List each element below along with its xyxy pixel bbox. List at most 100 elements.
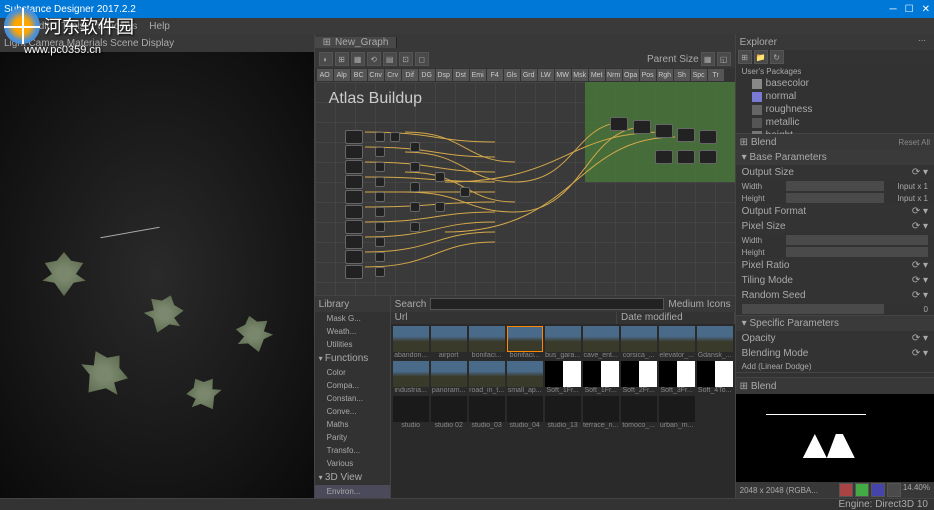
tree-item[interactable]: Various [315, 457, 390, 470]
shelf-node[interactable]: Rgh [657, 69, 673, 81]
graph-node[interactable] [345, 175, 363, 189]
shelf-node[interactable]: Cnv [368, 69, 384, 81]
output-node[interactable] [655, 124, 673, 138]
graph-node[interactable] [375, 162, 385, 172]
thumb[interactable] [659, 396, 695, 422]
tree-item[interactable]: Mask G... [315, 312, 390, 325]
graph-node[interactable] [435, 172, 445, 182]
scale-dropdown[interactable]: Medium Icons [668, 299, 730, 310]
tool-btn[interactable]: ◐ [319, 52, 333, 66]
subsection[interactable]: Pixel Ratio⟳ ▾ [736, 258, 934, 273]
subsection[interactable]: Random Seed⟳ ▾ [736, 288, 934, 303]
minimize-button[interactable]: ─ [890, 4, 897, 15]
graph-node[interactable] [345, 145, 363, 159]
graph-node[interactable] [375, 222, 385, 232]
graph-node[interactable] [410, 202, 420, 212]
tree-group[interactable]: ▾ 3D View [315, 470, 390, 485]
tree-group[interactable]: ▾ Functions [315, 351, 390, 366]
graph-node[interactable] [410, 162, 420, 172]
thumb[interactable] [393, 326, 429, 352]
tree-item[interactable]: Compa... [315, 379, 390, 392]
width-slider[interactable] [786, 181, 884, 191]
output-node[interactable] [655, 150, 673, 164]
thumb[interactable] [507, 396, 543, 422]
graph-node[interactable] [375, 147, 385, 157]
explorer-item[interactable]: basecolor [740, 77, 930, 90]
subsection[interactable]: Blending Mode⟳ ▾ [736, 346, 934, 361]
thumb[interactable] [621, 361, 657, 387]
graph-node[interactable] [345, 160, 363, 174]
tool-btn[interactable]: ⊞ [738, 50, 752, 64]
shelf-node[interactable]: Gls [504, 69, 520, 81]
thumb[interactable] [545, 326, 581, 352]
tool-btn[interactable]: ▦ [701, 52, 715, 66]
menu-help[interactable]: Help [149, 21, 170, 32]
graph-canvas[interactable]: Atlas Buildup [315, 82, 735, 295]
graph-node[interactable] [345, 190, 363, 204]
tool-btn[interactable]: ⟲ [367, 52, 381, 66]
graph-node[interactable] [410, 182, 420, 192]
thumb[interactable] [431, 326, 467, 352]
channel-a[interactable] [887, 483, 901, 497]
tool-btn[interactable]: ↻ [770, 50, 784, 64]
tool-btn[interactable]: ▤ [383, 52, 397, 66]
shelf-node[interactable]: F4 [487, 69, 503, 81]
graph-node[interactable] [375, 252, 385, 262]
tool-btn[interactable]: ⊡ [399, 52, 413, 66]
thumb[interactable] [393, 396, 429, 422]
graph-node[interactable] [410, 222, 420, 232]
tool-btn[interactable]: ▦ [351, 52, 365, 66]
thumb[interactable] [621, 396, 657, 422]
panel-menu-icon[interactable]: ⋯ [918, 36, 930, 48]
shelf-node[interactable]: LW [538, 69, 554, 81]
explorer-item[interactable]: normal [740, 90, 930, 103]
graph-node[interactable] [460, 187, 470, 197]
tool-btn[interactable]: 📁 [754, 50, 768, 64]
channel-g[interactable] [855, 483, 869, 497]
subsection[interactable]: Output Format⟳ ▾ [736, 204, 934, 219]
blend-mode-value[interactable]: Add (Linear Dodge) [742, 362, 928, 371]
thumb[interactable] [697, 326, 733, 352]
slider[interactable] [786, 247, 928, 257]
graph-node[interactable] [345, 205, 363, 219]
output-node[interactable] [699, 150, 717, 164]
thumb[interactable] [507, 361, 543, 387]
thumb-selected[interactable] [507, 326, 543, 352]
shelf-node[interactable]: Dif [402, 69, 418, 81]
graph-node[interactable] [375, 237, 385, 247]
tool-btn[interactable]: ◱ [717, 52, 731, 66]
thumb[interactable] [621, 326, 657, 352]
tree-item[interactable]: Transfo... [315, 444, 390, 457]
output-node[interactable] [699, 130, 717, 144]
shelf-node[interactable]: Dst [453, 69, 469, 81]
reset-all[interactable]: Reset All [898, 138, 930, 147]
tool-btn[interactable]: ◻ [415, 52, 429, 66]
channel-r[interactable] [839, 483, 853, 497]
graph-node[interactable] [375, 267, 385, 277]
tree-item[interactable]: Constan... [315, 392, 390, 405]
close-button[interactable]: ✕ [922, 4, 930, 15]
thumb[interactable] [469, 361, 505, 387]
output-node[interactable] [677, 128, 695, 142]
thumb[interactable] [545, 361, 581, 387]
subsection[interactable]: Tiling Mode⟳ ▾ [736, 273, 934, 288]
shelf-node[interactable]: Grd [521, 69, 537, 81]
graph-node[interactable] [390, 132, 400, 142]
shelf-node[interactable]: Sh [674, 69, 690, 81]
thumb[interactable] [583, 396, 619, 422]
subsection[interactable]: Pixel Size⟳ ▾ [736, 219, 934, 234]
tree-item[interactable]: Color [315, 366, 390, 379]
tree-item[interactable]: Conve... [315, 405, 390, 418]
shelf-node[interactable]: AO [317, 69, 333, 81]
graph-node[interactable] [345, 130, 363, 144]
shelf-node[interactable]: BC [351, 69, 367, 81]
shelf-node[interactable]: Msk [572, 69, 588, 81]
viewport-canvas[interactable] [0, 52, 314, 498]
search-input[interactable] [430, 298, 664, 310]
thumb[interactable] [431, 396, 467, 422]
graph-node[interactable] [345, 265, 363, 279]
shelf-node[interactable]: Met [589, 69, 605, 81]
tree-item[interactable]: Parity [315, 431, 390, 444]
graph-node[interactable] [345, 250, 363, 264]
shelf-node[interactable]: Nrm [606, 69, 622, 81]
